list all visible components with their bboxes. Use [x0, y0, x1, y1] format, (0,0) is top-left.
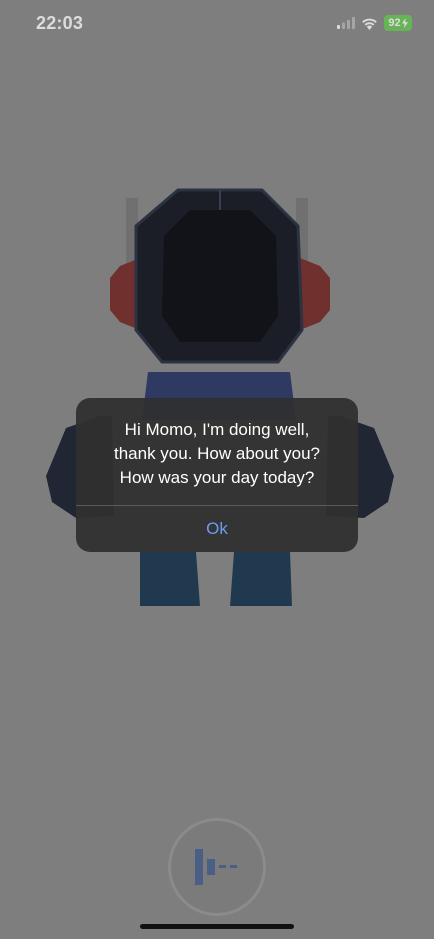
- status-icons: 92: [337, 14, 412, 32]
- ok-button[interactable]: Ok: [76, 506, 358, 552]
- cellular-signal-icon: [337, 17, 355, 29]
- robot-face-screen: [162, 210, 278, 342]
- voice-waveform-icon: [195, 849, 237, 885]
- robot-ear-right: [300, 258, 330, 330]
- status-time: 22:03: [36, 13, 84, 33]
- home-indicator[interactable]: [140, 924, 294, 929]
- robot-leg-left: [140, 552, 200, 606]
- robot-leg-right: [230, 552, 292, 606]
- status-bar: 22:03 92: [0, 0, 434, 48]
- app-screen: 22:03 92 Hi Momo, I'm doing well, thank …: [0, 0, 434, 939]
- voice-input-button[interactable]: [168, 818, 266, 916]
- battery-level: 92: [388, 17, 401, 29]
- wifi-icon: [362, 18, 377, 30]
- alert-message: Hi Momo, I'm doing well, thank you. How …: [113, 420, 321, 487]
- battery-charging-icon: 92: [384, 15, 412, 31]
- alert-dialog: Hi Momo, I'm doing well, thank you. How …: [76, 398, 358, 552]
